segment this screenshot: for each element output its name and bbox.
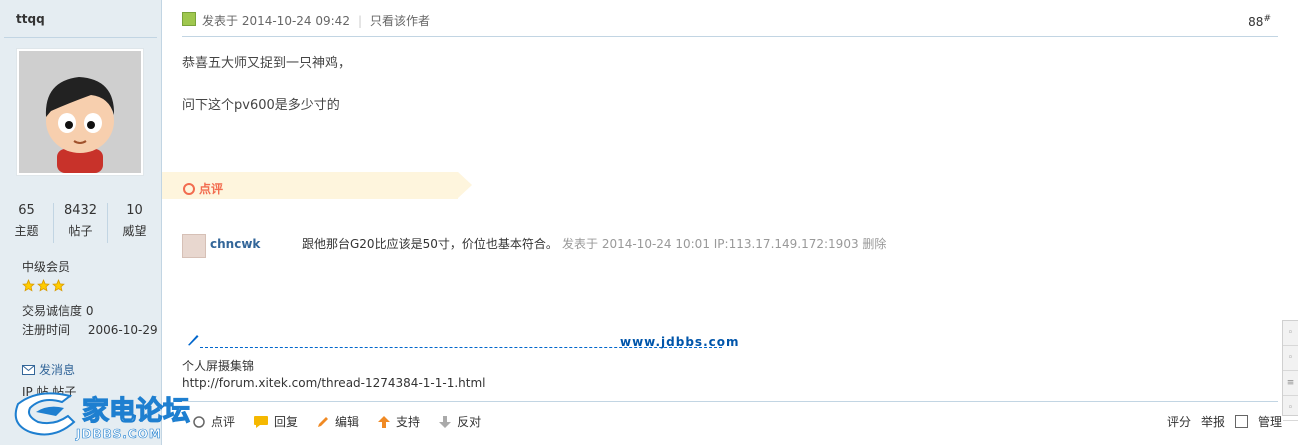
toolbar-button-bottom[interactable]: ◦ [1283,396,1298,421]
sidebar-divider [4,37,157,38]
stat-label: 帖子 [68,224,93,238]
post-header: 发表于 2014-10-24 09:42 | 只看该作者 [202,14,431,28]
stat-prestige[interactable]: 10 威望 [108,203,161,243]
stat-threads[interactable]: 65 主题 [0,203,54,243]
commenter-avatar[interactable] [182,234,206,258]
signature-site[interactable]: www.jdbbs.com [620,335,740,349]
manage-label: 管理 [1257,415,1282,429]
register-date: 2006-10-29 [87,323,158,337]
stat-value: 8432 [63,203,98,218]
comment-header-label: 点评 [199,182,224,196]
author-stats: 65 主题 8432 帖子 10 威望 [0,203,161,243]
reply-icon [254,415,269,428]
star-icon [37,279,50,292]
oppose-button[interactable]: 反对 [438,413,481,430]
send-message-label: 发消息 [39,363,76,377]
post-main: 发表于 2014-10-24 09:42 | 只看该作者 88# 恭喜五大师又捉到一… [162,0,1298,445]
action-label: 支持 [396,415,421,429]
comment-header: 点评 [183,180,223,197]
rate-link[interactable]: 评分 [1167,413,1191,430]
action-label: 反对 [457,415,482,429]
stat-label: 威望 [122,224,147,238]
footer-divider [182,401,1278,402]
stat-label: 主题 [14,224,39,238]
toolbar-button-top[interactable]: ◦ [1283,321,1298,346]
member-rank[interactable]: 中级会员 [22,258,70,275]
author-name[interactable]: ttqq [16,12,45,26]
register-time: 注册时间 2006-10-29 [22,321,158,338]
post-line: 问下这个pv600是多少寸的 [182,98,340,113]
support-button[interactable]: 支持 [377,413,420,430]
action-label: 编辑 [335,415,360,429]
edit-icon [318,416,329,427]
post-time: 发表于 2014-10-24 09:42 [202,14,350,28]
comment-button[interactable]: 点评 [192,413,235,430]
comment-circle-icon [183,182,195,195]
floating-toolbar: ◦ ◦ ≡ ◦ [1282,320,1298,421]
signature-pen-icon [188,335,199,346]
comment-meta: 发表于 2014-10-24 10:01 IP:113.17.149.172:1… [562,237,887,251]
comment-icon [193,415,205,428]
trade-credit: 交易诚信度 0 [22,304,94,318]
stat-posts[interactable]: 8432 帖子 [54,203,108,243]
reply-button[interactable]: 回复 [253,413,298,430]
star-icon [22,279,35,292]
logo-text-en: JDBBS.COM [75,427,162,441]
star-icon [52,279,65,292]
send-message-link[interactable]: 发消息 [22,361,75,378]
author-only-link[interactable]: 只看该作者 [370,14,430,28]
floor-number[interactable]: 88# [1248,14,1271,29]
report-link[interactable]: 举报 [1201,413,1225,430]
rank-stars [22,279,65,292]
support-icon [378,415,391,428]
stat-value: 10 [126,203,143,218]
post-tools: 评分 举报 管理 [1167,413,1282,430]
signature-name: 个人屏摄集锦 [182,359,255,373]
action-label: 回复 [274,415,299,429]
header-divider [182,36,1278,37]
post-actions: 点评 回复 编辑 支持 反对 [192,413,481,430]
online-status-icon [182,12,196,26]
action-label: 点评 [211,415,236,429]
post-line: 恭喜五大师又捉到一只神鸡， [182,56,352,71]
commenter-name[interactable]: chncwk [210,237,260,251]
author-sidebar: ttqq 65 主题 8432 帖子 10 威望 中级会员 交易诚信度 0 注册… [0,0,162,445]
register-label: 注册时间 [22,323,71,337]
manage-checkbox[interactable] [1234,415,1248,428]
stat-value: 65 [18,203,35,218]
toolbar-button-middle[interactable]: ◦ [1283,346,1298,371]
toolbar-button-list[interactable]: ≡ [1283,371,1298,396]
edit-button[interactable]: 编辑 [316,413,359,430]
avatar[interactable] [16,48,144,176]
oppose-icon [439,415,452,428]
comment-text: 跟他那台G20比应该是50寸，价位也基本符合。 [302,237,558,251]
signature-link[interactable]: http://forum.xitek.com/thread-1274384-1-… [182,376,485,390]
avatar-image [19,51,141,173]
mail-icon [22,364,35,375]
